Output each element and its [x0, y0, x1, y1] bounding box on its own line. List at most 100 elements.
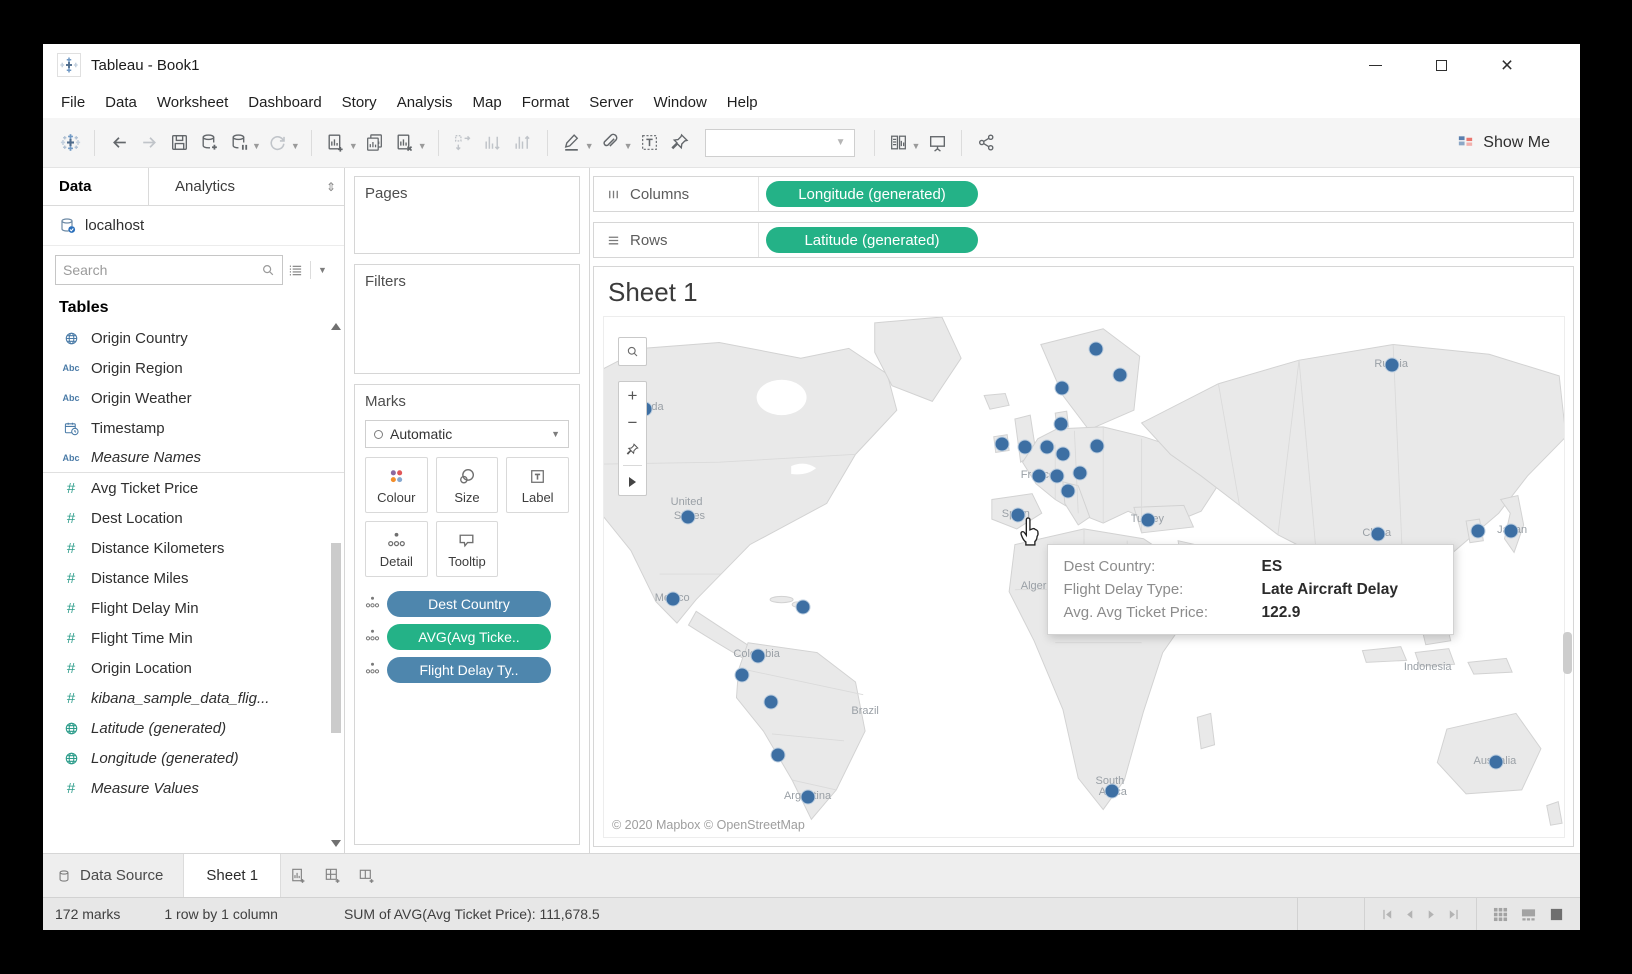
rows-pill[interactable]: Latitude (generated) — [766, 227, 978, 253]
menu-item-format[interactable]: Format — [512, 94, 580, 111]
filters-shelf[interactable]: Filters — [354, 264, 580, 374]
sheet-1-tab[interactable]: Sheet 1 — [184, 854, 281, 897]
map-mark-denmark[interactable] — [1053, 416, 1068, 431]
pages-shelf[interactable]: Pages — [354, 176, 580, 254]
map-mark-united-kingdom[interactable] — [1018, 440, 1033, 455]
menu-item-map[interactable]: Map — [463, 94, 512, 111]
map-mark-finland[interactable] — [1112, 368, 1127, 383]
map-mark-south-africa[interactable] — [1104, 783, 1119, 798]
undo-button[interactable] — [104, 127, 134, 159]
map-mark-italy[interactable] — [1060, 484, 1075, 499]
map-mark-china[interactable] — [1370, 526, 1385, 541]
tableau-logo-button[interactable] — [55, 127, 85, 159]
map-mark-turkey[interactable] — [1141, 512, 1156, 527]
field-origin-weather[interactable]: AbcOrigin Weather — [43, 383, 344, 413]
field-flight-delay-min[interactable]: #Flight Delay Min — [43, 593, 344, 623]
menu-item-server[interactable]: Server — [579, 94, 643, 111]
tab-analytics[interactable]: Analytics — [149, 168, 318, 205]
map-mark-puerto-rico[interactable] — [795, 600, 810, 615]
menu-item-data[interactable]: Data — [95, 94, 147, 111]
show-fullscreen-button[interactable] — [1549, 907, 1564, 922]
pill-detail-icon[interactable] — [365, 628, 380, 647]
new-dashboard-tab-button[interactable] — [315, 854, 349, 897]
show-filmstrip-button[interactable] — [1521, 907, 1536, 922]
search-options-caret[interactable]: ▼ — [318, 265, 327, 275]
pause-updates-caret[interactable]: ▼ — [252, 141, 261, 151]
presentation-button[interactable] — [922, 127, 952, 159]
close-button[interactable]: × — [1496, 54, 1518, 76]
field-dest-location[interactable]: #Dest Location — [43, 503, 344, 533]
tooltip-button[interactable]: Tooltip — [436, 521, 499, 577]
fix-pin-button[interactable] — [665, 127, 695, 159]
new-worksheet-caret[interactable]: ▼ — [349, 141, 358, 151]
field-kibana-sample-data-flig-[interactable]: #kibana_sample_data_flig... — [43, 683, 344, 713]
field-origin-region[interactable]: AbcOrigin Region — [43, 353, 344, 383]
redo-button[interactable] — [134, 127, 164, 159]
menu-item-analysis[interactable]: Analysis — [387, 94, 463, 111]
scroll-up-icon[interactable] — [331, 323, 341, 330]
map-mark-japan[interactable] — [1504, 523, 1519, 538]
data-connection[interactable]: localhost — [43, 206, 344, 246]
refresh-caret[interactable]: ▼ — [291, 141, 300, 151]
map-mark-france[interactable] — [1031, 469, 1046, 484]
map-mark-sweden[interactable] — [1089, 342, 1104, 357]
sort-desc-button[interactable] — [508, 127, 538, 159]
map-mark-poland[interactable] — [1090, 438, 1105, 453]
field-distance-kilometers[interactable]: #Distance Kilometers — [43, 533, 344, 563]
columns-pill[interactable]: Longitude (generated) — [766, 181, 978, 207]
map-mark-norway[interactable] — [1054, 380, 1069, 395]
map-mark-austria[interactable] — [1073, 466, 1088, 481]
search-input[interactable] — [63, 262, 261, 278]
show-cards-caret[interactable]: ▼ — [912, 141, 921, 151]
search-field[interactable] — [55, 255, 283, 285]
map-mark-chile[interactable] — [770, 748, 785, 763]
new-worksheet-tab-button[interactable] — [281, 854, 315, 897]
map-mark-south-korea[interactable] — [1470, 523, 1485, 538]
menu-item-help[interactable]: Help — [717, 94, 768, 111]
pill-detail-icon[interactable] — [365, 595, 380, 614]
view-as-list-icon[interactable] — [288, 263, 303, 278]
rows-shelf[interactable]: Rows Latitude (generated) — [593, 222, 1574, 258]
highlight-button[interactable] — [557, 127, 587, 159]
menu-item-file[interactable]: File — [51, 94, 95, 111]
map-mark-ireland[interactable] — [995, 436, 1010, 451]
map-mark-mexico[interactable] — [666, 592, 681, 607]
minimize-button[interactable] — [1364, 54, 1386, 76]
sort-asc-button[interactable] — [478, 127, 508, 159]
field-origin-location[interactable]: #Origin Location — [43, 653, 344, 683]
map-mark-netherlands[interactable] — [1039, 440, 1054, 455]
worksheet-scroll-thumb[interactable] — [1563, 632, 1572, 674]
zoom-in-button[interactable]: + — [619, 382, 646, 409]
add-data-button[interactable] — [194, 127, 224, 159]
columns-shelf[interactable]: Columns Longitude (generated) — [593, 176, 1574, 212]
label-button[interactable]: Label — [506, 457, 569, 513]
menu-item-worksheet[interactable]: Worksheet — [147, 94, 238, 111]
scroll-thumb[interactable] — [331, 543, 341, 733]
map-expand-button[interactable] — [619, 468, 646, 495]
tab-data[interactable]: Data — [43, 168, 149, 205]
field-flight-time-min[interactable]: #Flight Time Min — [43, 623, 344, 653]
field-origin-country[interactable]: Origin Country — [43, 323, 344, 353]
field-measure-values[interactable]: #Measure Values — [43, 773, 344, 803]
show-cards-button[interactable] — [884, 127, 914, 159]
map-mark-united-states[interactable] — [681, 509, 696, 524]
new-story-tab-button[interactable] — [349, 854, 383, 897]
map-mark-colombia[interactable] — [750, 648, 765, 663]
zoom-out-button[interactable]: − — [619, 409, 646, 436]
map-mark-ecuador[interactable] — [735, 667, 750, 682]
menu-item-story[interactable]: Story — [332, 94, 387, 111]
map-mark-russia[interactable] — [1385, 358, 1400, 373]
show-sheet-grid-button[interactable] — [1493, 907, 1508, 922]
menu-item-window[interactable]: Window — [643, 94, 716, 111]
map-pin-button[interactable] — [619, 436, 646, 463]
duplicate-button[interactable] — [360, 127, 390, 159]
save-button[interactable] — [164, 127, 194, 159]
marks-pill[interactable]: Flight Delay Ty.. — [387, 657, 551, 683]
field-timestamp[interactable]: Timestamp — [43, 413, 344, 443]
show-mark-labels-t-button[interactable] — [635, 127, 665, 159]
highlight-caret[interactable]: ▼ — [585, 141, 594, 151]
marks-pill[interactable]: AVG(Avg Ticke.. — [387, 624, 551, 650]
maximize-button[interactable] — [1430, 54, 1452, 76]
new-worksheet-button[interactable] — [321, 127, 351, 159]
pill-detail-icon[interactable] — [365, 661, 380, 680]
